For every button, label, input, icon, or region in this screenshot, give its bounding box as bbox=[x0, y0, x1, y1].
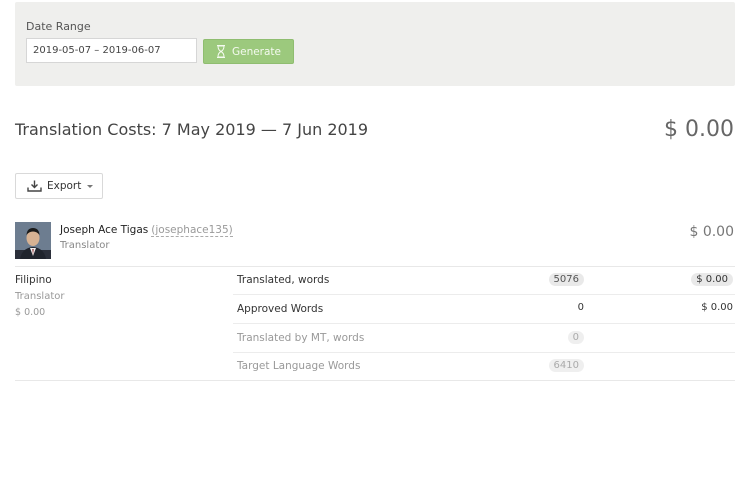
download-tray-icon bbox=[27, 180, 42, 192]
metric-row-translated: Translated, words 5076 $ 0.00 bbox=[233, 266, 735, 295]
person-photo-icon bbox=[15, 222, 51, 259]
avatar bbox=[15, 222, 51, 259]
export-button-label: Export bbox=[47, 180, 82, 192]
page-title: Translation Costs: 7 May 2019 — 7 Jun 20… bbox=[15, 120, 369, 139]
user-name: Joseph Ace Tigas bbox=[60, 224, 149, 236]
language-name: Filipino bbox=[15, 274, 52, 286]
language-cost: $ 0.00 bbox=[15, 307, 46, 318]
user-name-line: Joseph Ace Tigas (josephace135) bbox=[60, 224, 233, 237]
metric-value: 5076 bbox=[548, 273, 584, 286]
user-handle-link[interactable]: (josephace135) bbox=[151, 224, 233, 237]
metric-row-target-words: Target Language Words 6410 bbox=[233, 352, 735, 381]
user-cost: $ 0.00 bbox=[689, 224, 734, 240]
user-role: Translator bbox=[60, 240, 110, 251]
caret-down-icon bbox=[87, 184, 94, 188]
hourglass-icon bbox=[216, 45, 225, 58]
generate-button-label: Generate bbox=[231, 45, 282, 58]
metric-cost: $ 0.00 bbox=[701, 302, 733, 313]
filter-panel: Date Range 2019-05-07 – 2019-06-07 Gener… bbox=[15, 2, 735, 86]
metric-label: Translated by MT, words bbox=[237, 332, 365, 344]
metric-value: 0 bbox=[577, 302, 584, 313]
metric-value: 0 bbox=[567, 331, 584, 344]
metric-label: Target Language Words bbox=[237, 360, 361, 372]
generate-button[interactable]: Generate bbox=[203, 39, 294, 64]
export-button[interactable]: Export bbox=[15, 173, 103, 199]
language-role: Translator bbox=[15, 291, 65, 302]
metric-row-mt: Translated by MT, words 0 bbox=[233, 324, 735, 353]
date-range-label: Date Range bbox=[26, 20, 91, 33]
divider bbox=[15, 380, 735, 381]
metric-row-approved: Approved Words 0 $ 0.00 bbox=[233, 295, 735, 324]
metric-label: Approved Words bbox=[237, 303, 324, 315]
metric-cost: $ 0.00 bbox=[691, 273, 733, 286]
date-range-input[interactable]: 2019-05-07 – 2019-06-07 bbox=[26, 38, 197, 63]
metric-value: 6410 bbox=[548, 359, 584, 372]
total-cost: $ 0.00 bbox=[664, 117, 734, 142]
metric-label: Translated, words bbox=[237, 274, 330, 286]
